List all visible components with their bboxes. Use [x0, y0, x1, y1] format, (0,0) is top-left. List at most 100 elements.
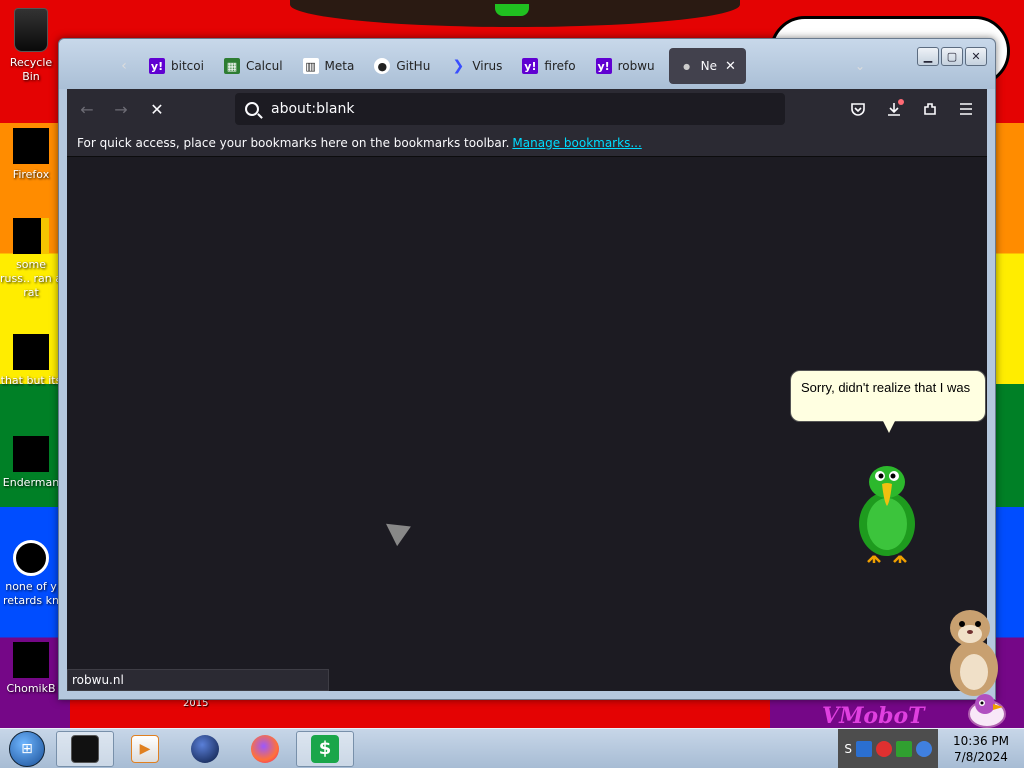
hamster-app-icon [13, 642, 49, 678]
tab-virustotal[interactable]: ❯ Virus [440, 48, 512, 84]
url-bar[interactable]: about:blank [235, 93, 785, 125]
clock-time: 10:36 PM [953, 734, 1009, 748]
loading-dot-icon: ● [683, 61, 691, 71]
monitor-icon[interactable] [896, 741, 912, 757]
tab-new-active[interactable]: ● Ne ✕ [668, 48, 746, 84]
yahoo-icon: y! [522, 58, 539, 74]
clock-date: 7/8/2024 [954, 750, 1008, 764]
system-tray: S 10:36 PM 7/8/2024 [838, 729, 1024, 768]
menu-hamburger-icon[interactable] [955, 98, 977, 120]
tab-title: GitHu [396, 59, 431, 73]
maximize-button[interactable]: ▢ [941, 47, 963, 66]
taskbar: ⊞ ▶ $ S 10:36 PM 7/8/2024 [0, 728, 1024, 768]
chrome-icon [13, 540, 49, 576]
download-notification-dot [898, 99, 904, 105]
tab-title: Ne [700, 59, 717, 73]
desktop-icon-recycle-bin[interactable]: Recycle Bin [0, 8, 62, 84]
taskbar-app-globe[interactable] [176, 731, 234, 767]
stop-loading-button[interactable]: ✕ [143, 95, 171, 123]
desktop-icon-some-russ[interactable]: some russ.. ran a rat [0, 218, 62, 300]
extensions-icon[interactable] [919, 98, 941, 120]
agent-speech-bubble: Sorry, didn't realize that I was [790, 370, 986, 433]
tab-close-icon[interactable]: ✕ [725, 59, 736, 74]
wallpaper-green-shape [495, 4, 529, 16]
forward-button[interactable]: → [107, 95, 135, 123]
tab-title: robwu [617, 59, 655, 73]
desktop-icon-label: Enderman [2, 476, 60, 489]
recycle-bin-icon [14, 8, 48, 52]
tab-github[interactable]: ● GitHu [364, 48, 440, 84]
firefox-icon [13, 128, 49, 164]
agent-speech-text: Sorry, didn't realize that I was [801, 380, 971, 395]
taskbar-app-cash[interactable]: $ [296, 730, 354, 767]
taskbar-clock[interactable]: 10:36 PM 7/8/2024 [938, 733, 1024, 765]
desktop-icon-firefox[interactable]: Firefox [0, 128, 62, 182]
list-all-tabs-icon[interactable]: ⌄ [855, 59, 865, 73]
taskbar-app-firefox[interactable] [236, 731, 294, 767]
desktop-icon-none-of-y[interactable]: none of y retards kn [0, 540, 62, 608]
tray-icons: S [838, 729, 938, 768]
windows-logo-icon: ⊞ [9, 730, 45, 767]
downloads-icon[interactable] [883, 98, 905, 120]
taskbar-app-media-player[interactable]: ▶ [116, 731, 174, 767]
desktop-icon-label: Recycle Bin [9, 56, 53, 83]
wallpaper-top-decoration [290, 0, 740, 27]
desktop-icon-chomikb[interactable]: ChomikB [0, 642, 62, 696]
back-button[interactable]: ← [73, 95, 101, 123]
toolbar-right-icons [847, 89, 977, 129]
file-icon [13, 218, 49, 254]
close-window-button[interactable]: ✕ [965, 47, 987, 66]
parrot-agent-icon[interactable] [852, 462, 922, 564]
bookmarks-toolbar: For quick access, place your bookmarks h… [67, 129, 987, 157]
tab-firefox[interactable]: y! firefo [512, 48, 585, 84]
tab-title: firefo [544, 59, 576, 73]
media-player-icon: ▶ [131, 734, 159, 763]
minimize-button[interactable]: ▁ [917, 47, 939, 66]
github-icon: ● [374, 58, 391, 74]
folder-icon [13, 334, 49, 370]
taskbar-app-terminal[interactable] [56, 730, 114, 767]
desktop-icon-label: Firefox [12, 168, 50, 181]
bookmarks-hint-text: For quick access, place your bookmarks h… [77, 135, 510, 150]
tab-calculator[interactable]: ▦ Calcul [214, 48, 293, 84]
tab-robwu[interactable]: y! robwu [586, 48, 665, 84]
volume-icon[interactable] [916, 741, 932, 757]
search-icon [245, 102, 259, 116]
pocket-icon[interactable] [847, 98, 869, 120]
desktop-icon-label: some russ.. ran a rat [0, 258, 62, 299]
window-controls: ▁ ▢ ✕ [917, 47, 987, 66]
hamster-image-icon [950, 610, 998, 696]
desktop-icon-label: none of y retards kn [3, 580, 59, 607]
wallpaper-bottom-strip [70, 700, 770, 728]
mouse-cursor-icon [379, 513, 411, 547]
virustotal-icon: ❯ [452, 58, 465, 74]
museum-icon: ▥ [302, 58, 319, 74]
url-text: about:blank [271, 101, 355, 117]
desktop-icon-enderman[interactable]: Enderman [0, 436, 62, 490]
tab-title: Calcul [245, 59, 283, 73]
network-icon[interactable] [856, 741, 872, 757]
tab-title: bitcoi [171, 59, 204, 73]
desktop-icons: Recycle Bin Firefox some russ.. ran a ra… [0, 0, 62, 720]
firefox-icon [251, 734, 279, 763]
firefox-window: ‹ y! bitcoi ▦ Calcul ▥ Meta ● GitHu ❯ Vi… [58, 38, 996, 700]
tab-title: Virus [472, 59, 503, 73]
tab-strip: ‹ y! bitcoi ▦ Calcul ▥ Meta ● GitHu ❯ Vi… [109, 48, 905, 84]
tray-letter: S [844, 742, 852, 756]
manage-bookmarks-link[interactable]: Manage bookmarks... [512, 136, 641, 150]
start-button[interactable]: ⊞ [0, 729, 54, 768]
status-bar: robwu.nl [67, 669, 329, 691]
terminal-icon [71, 734, 99, 763]
status-url-text: robwu.nl [72, 673, 124, 687]
dollar-icon: $ [311, 734, 339, 763]
yahoo-icon: y! [595, 58, 612, 74]
tab-meta[interactable]: ▥ Meta [293, 48, 365, 84]
calculator-icon: ▦ [223, 58, 240, 74]
duck-tray-icon [968, 694, 1006, 728]
security-alert-icon[interactable] [876, 741, 892, 757]
page-content-area[interactable]: robwu.nl [67, 157, 987, 691]
desktop-icon-that-but-its[interactable]: that but its [0, 334, 62, 388]
scroll-tabs-left-icon[interactable]: ‹ [109, 58, 139, 74]
yahoo-icon: y! [149, 58, 165, 74]
tab-bitcoin[interactable]: y! bitcoi [139, 48, 214, 84]
